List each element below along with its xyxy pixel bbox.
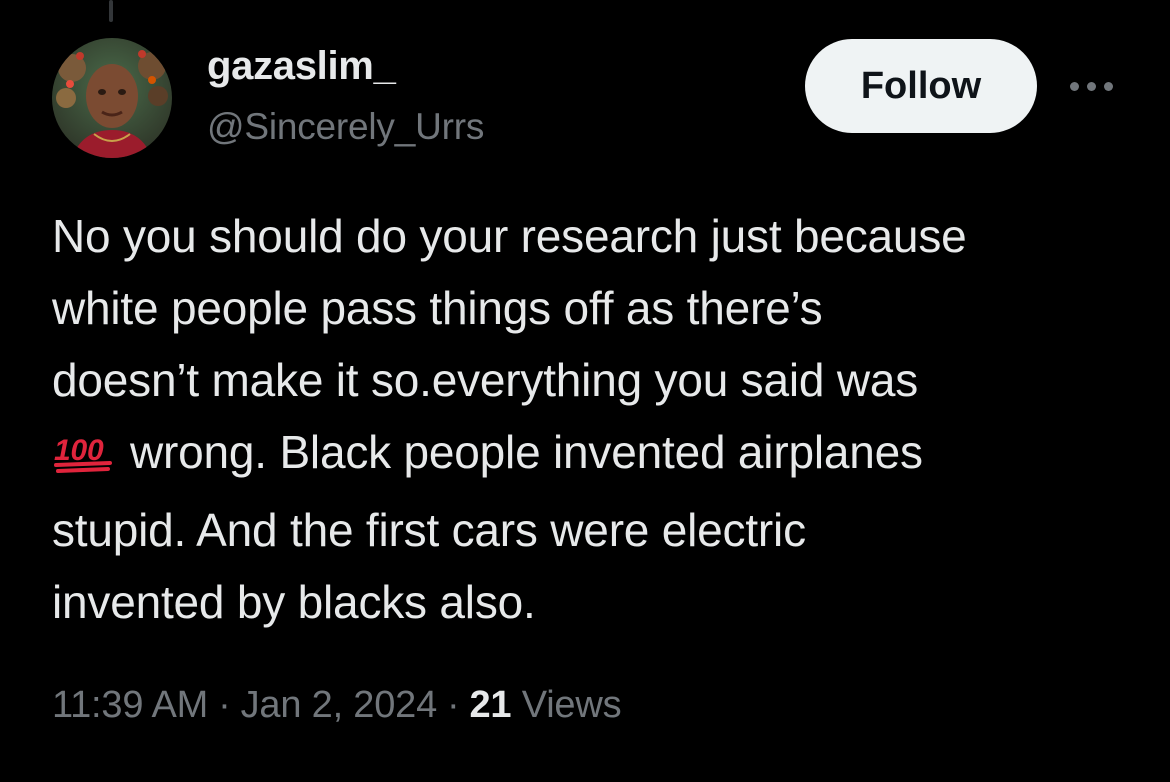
tweet-metadata: 11:39 AM · Jan 2, 2024 · 21 Views [52, 684, 622, 727]
author-handle[interactable]: @Sincerely_Urrs [207, 106, 484, 148]
avatar-image [52, 38, 172, 158]
separator: · [447, 684, 460, 726]
more-horizontal-icon[interactable] [1068, 76, 1116, 96]
tweet-line: stupid. And the first cars were electric [52, 504, 806, 556]
follow-button[interactable]: Follow [805, 39, 1037, 133]
tweet-date[interactable]: Jan 2, 2024 [241, 684, 438, 726]
tweet-line: No you should do your research just beca… [52, 210, 967, 262]
tweet-line: white people pass things off as there’s [52, 282, 823, 334]
tweet-line: wrong. Black people invented airplanes [130, 426, 923, 478]
views-label: Views [521, 684, 622, 726]
tweet-line: doesn’t make it so.everything you said w… [52, 354, 919, 406]
author-display-name[interactable]: gazaslim_ [207, 44, 396, 89]
views-count[interactable]: 21 [470, 684, 512, 726]
tweet-text: No you should do your research just beca… [52, 200, 1132, 638]
thread-connector-line [109, 0, 113, 22]
separator: · [218, 684, 231, 726]
tweet-line-with-emoji: 100 wrong. Black people invented airplan… [52, 416, 1132, 494]
tweet-time[interactable]: 11:39 AM [52, 684, 208, 726]
hundred-points-icon: 100 [52, 422, 118, 494]
avatar[interactable] [52, 38, 172, 158]
tweet-line: invented by blacks also. [52, 576, 536, 628]
